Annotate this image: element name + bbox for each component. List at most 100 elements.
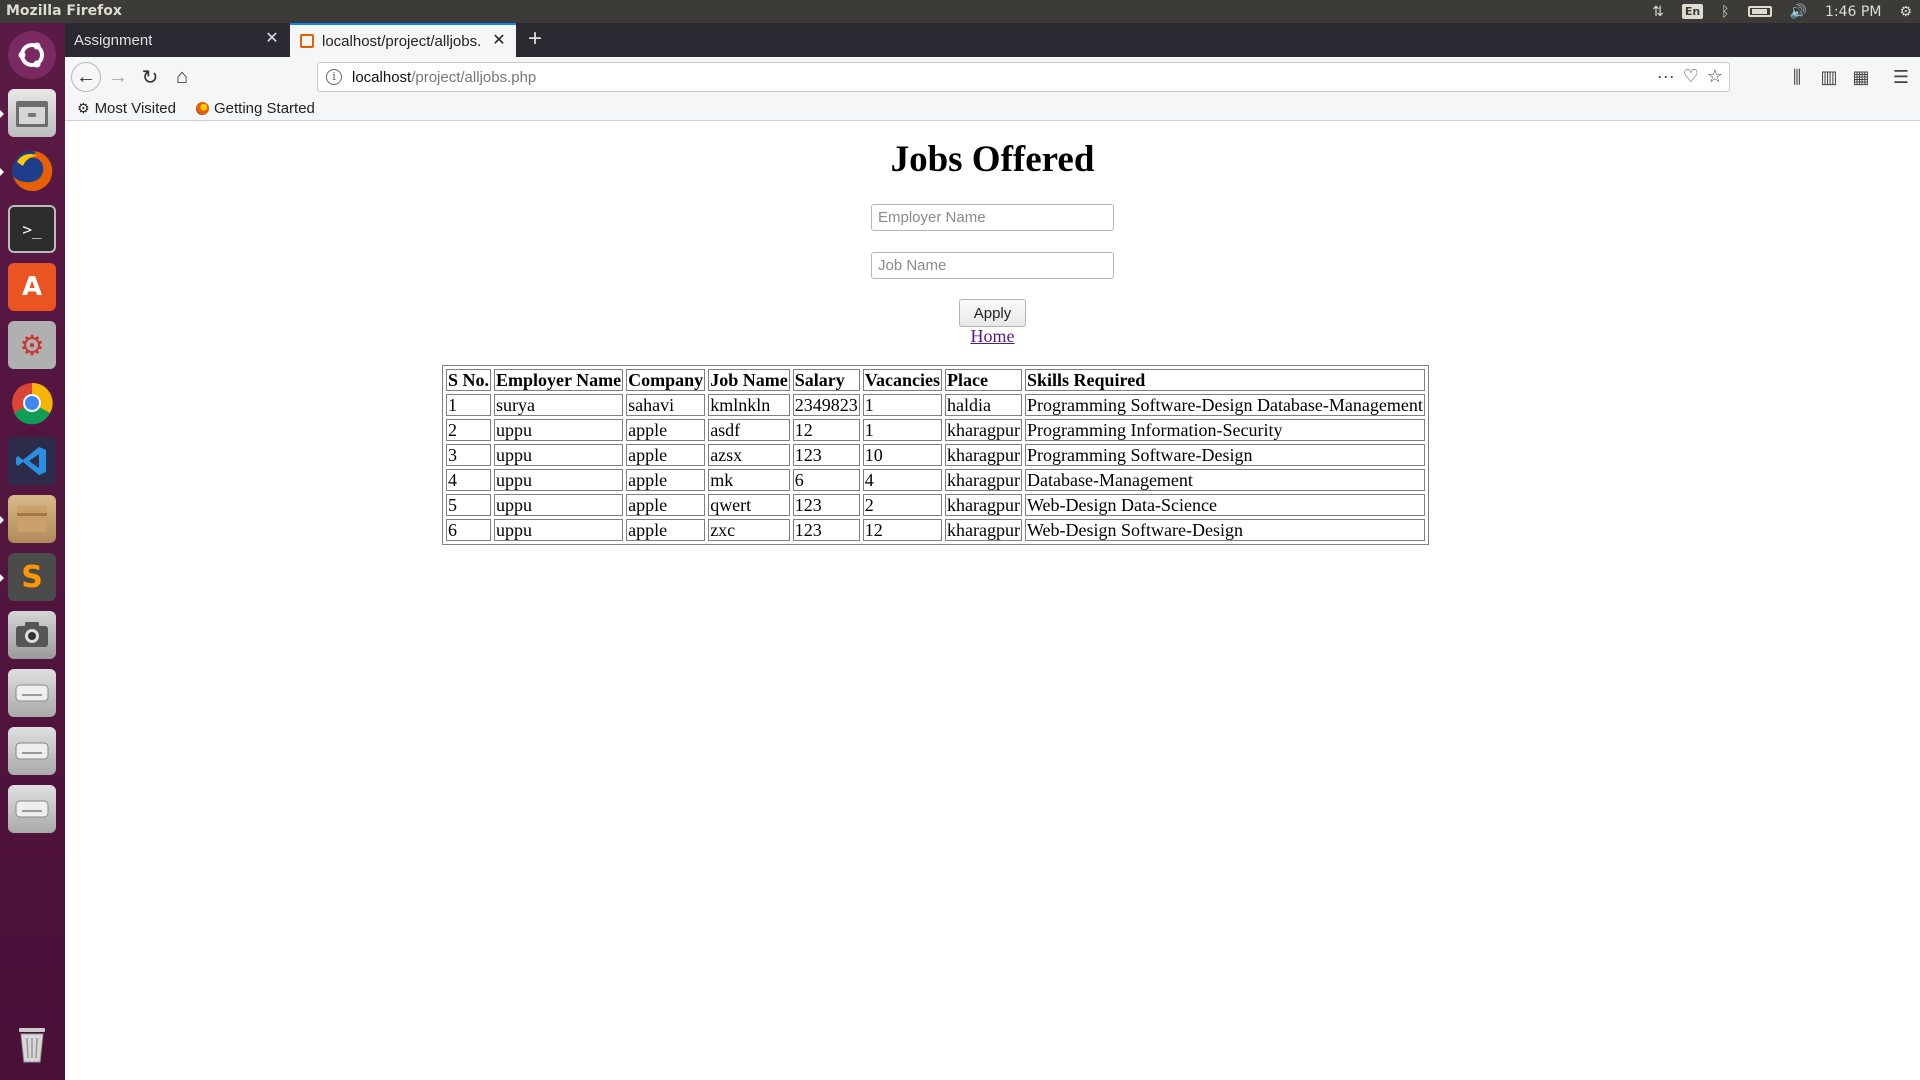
top-panel: Mozilla Firefox ⇅ En ᛒ 🔊 1:46 PM ⚙	[0, 0, 1920, 23]
table-cell: sahavi	[626, 394, 706, 416]
menu-icon[interactable]: ☰	[1887, 63, 1915, 91]
table-cell: 2349823	[792, 394, 860, 416]
gear-icon: ⚙	[77, 100, 90, 116]
tab-strip: Assignment ✕ localhost/project/alljobs.p…	[65, 23, 1920, 57]
table-cell: 6	[446, 519, 492, 541]
bookmarks-toolbar: ⚙ Most Visited Getting Started	[65, 97, 1920, 121]
home-button[interactable]: ⌂	[168, 63, 196, 91]
table-cell: 123	[792, 444, 860, 466]
page-title: Jobs Offered	[890, 139, 1095, 180]
bluetooth-icon[interactable]: ᛒ	[1721, 4, 1729, 20]
info-icon[interactable]: i	[326, 69, 342, 85]
home-link-wrapper: Home	[65, 326, 1920, 347]
running-indicator	[0, 110, 4, 118]
software-center-icon[interactable]: A	[8, 263, 56, 311]
running-indicator	[0, 574, 4, 582]
reload-icon: ↻	[141, 66, 159, 89]
volume-icon[interactable]: 🔊	[1790, 4, 1807, 20]
pocket-icon[interactable]: ♡	[1683, 66, 1699, 87]
gear-icon[interactable]: ⚙	[1899, 4, 1912, 20]
table-cell: mk	[708, 469, 790, 491]
table-cell: apple	[626, 419, 706, 441]
column-header: S No.	[446, 369, 492, 391]
camera-icon[interactable]	[8, 611, 56, 659]
table-cell: uppu	[494, 444, 624, 466]
library-icon[interactable]: ⫼	[1783, 63, 1811, 91]
panel-indicators: ⇅ En ᛒ 🔊 1:46 PM ⚙	[1652, 0, 1912, 23]
sublime-text-icon[interactable]: S	[8, 553, 56, 601]
trash-icon[interactable]	[8, 1020, 56, 1068]
arrow-left-icon: ←	[76, 65, 96, 88]
tab-alljobs[interactable]: localhost/project/alljobs.php ✕	[290, 23, 516, 57]
table-cell: asdf	[708, 419, 790, 441]
battery-icon[interactable]	[1747, 6, 1772, 17]
network-icon[interactable]: ⇅	[1652, 4, 1664, 20]
table-cell: Database-Management	[1025, 469, 1425, 491]
table-body: 1 surya sahavi kmlnkln 2349823 1 haldia Program…	[446, 394, 1425, 541]
clock[interactable]: 1:46 PM	[1825, 4, 1881, 20]
table-cell: qwert	[708, 494, 790, 516]
navigation-toolbar: ← → ↻ ⌂ i localhost/project/alljobs.php …	[65, 57, 1920, 97]
table-row: 2 uppu apple asdf 12 1 kharagpur Programming In…	[446, 419, 1425, 441]
sidebar-icon[interactable]: ▥	[1815, 63, 1843, 91]
apply-button[interactable]: Apply	[959, 299, 1026, 327]
terminal-icon[interactable]: >_	[8, 205, 56, 253]
column-header: Salary	[792, 369, 860, 391]
drive-icon[interactable]	[8, 669, 56, 717]
running-indicator	[0, 516, 4, 524]
page-favicon-icon	[300, 34, 314, 48]
page-actions-icon[interactable]: ···	[1657, 66, 1675, 87]
extensions-icon[interactable]: ▦	[1847, 63, 1875, 91]
table-cell: haldia	[945, 394, 1022, 416]
job-name-field[interactable]	[871, 252, 1114, 279]
table-cell: 3	[446, 444, 492, 466]
vscode-icon[interactable]	[8, 437, 56, 485]
table-cell: 6	[792, 469, 860, 491]
keyboard-layout-indicator[interactable]: En	[1681, 4, 1704, 19]
window-title: Mozilla Firefox	[6, 3, 122, 19]
table-cell: 1	[446, 394, 492, 416]
table-cell: kharagpur	[945, 494, 1022, 516]
tab-assignment[interactable]: Assignment ✕	[65, 23, 289, 57]
forward-button[interactable]: →	[104, 63, 132, 91]
table-cell: uppu	[494, 519, 624, 541]
back-button[interactable]: ←	[71, 62, 101, 92]
column-header: Company	[626, 369, 706, 391]
url-text[interactable]: localhost/project/alljobs.php	[352, 69, 536, 86]
table-cell: 2	[446, 419, 492, 441]
table-cell: uppu	[494, 469, 624, 491]
close-icon[interactable]: ✕	[263, 30, 281, 48]
table-cell: apple	[626, 494, 706, 516]
page-content: Jobs Offered Apply Home S No.Employer Na…	[65, 122, 1920, 1080]
arrow-right-icon: →	[108, 65, 128, 88]
home-link[interactable]: Home	[971, 326, 1015, 346]
url-bar[interactable]: i localhost/project/alljobs.php ··· ♡ ☆	[317, 62, 1730, 92]
reload-button[interactable]: ↻	[136, 63, 164, 91]
drive-icon[interactable]	[8, 727, 56, 775]
system-settings-icon[interactable]: ⚙	[8, 321, 56, 369]
ubuntu-dash-icon[interactable]	[8, 31, 56, 79]
bookmark-getting-started[interactable]: Getting Started	[196, 100, 315, 117]
bookmark-star-icon[interactable]: ☆	[1707, 66, 1723, 87]
chrome-icon[interactable]	[8, 379, 56, 427]
firefox-icon[interactable]	[8, 147, 56, 195]
table-header-row: S No. Employer Name Company Job Name Salary V…	[446, 369, 1425, 391]
firefox-icon	[196, 102, 209, 115]
table-cell: kmlnkln	[708, 394, 790, 416]
table-cell: 1	[862, 394, 943, 416]
tab-label: Assignment	[74, 31, 153, 49]
column-header: Job Name	[708, 369, 790, 391]
table-cell: apple	[626, 469, 706, 491]
bookmark-most-visited[interactable]: ⚙ Most Visited	[77, 100, 176, 117]
table-cell: surya	[494, 394, 624, 416]
archive-icon[interactable]	[8, 495, 56, 543]
running-indicator	[0, 168, 4, 176]
files-icon[interactable]	[8, 89, 56, 137]
column-header: Skills Required	[1025, 369, 1425, 391]
drive-icon[interactable]	[8, 785, 56, 833]
close-icon[interactable]: ✕	[490, 32, 508, 50]
table-cell: Web-Design Data-Science	[1025, 494, 1425, 516]
table-cell: 4	[862, 469, 943, 491]
new-tab-button[interactable]: +	[521, 25, 549, 53]
employer-name-field[interactable]	[871, 204, 1114, 231]
